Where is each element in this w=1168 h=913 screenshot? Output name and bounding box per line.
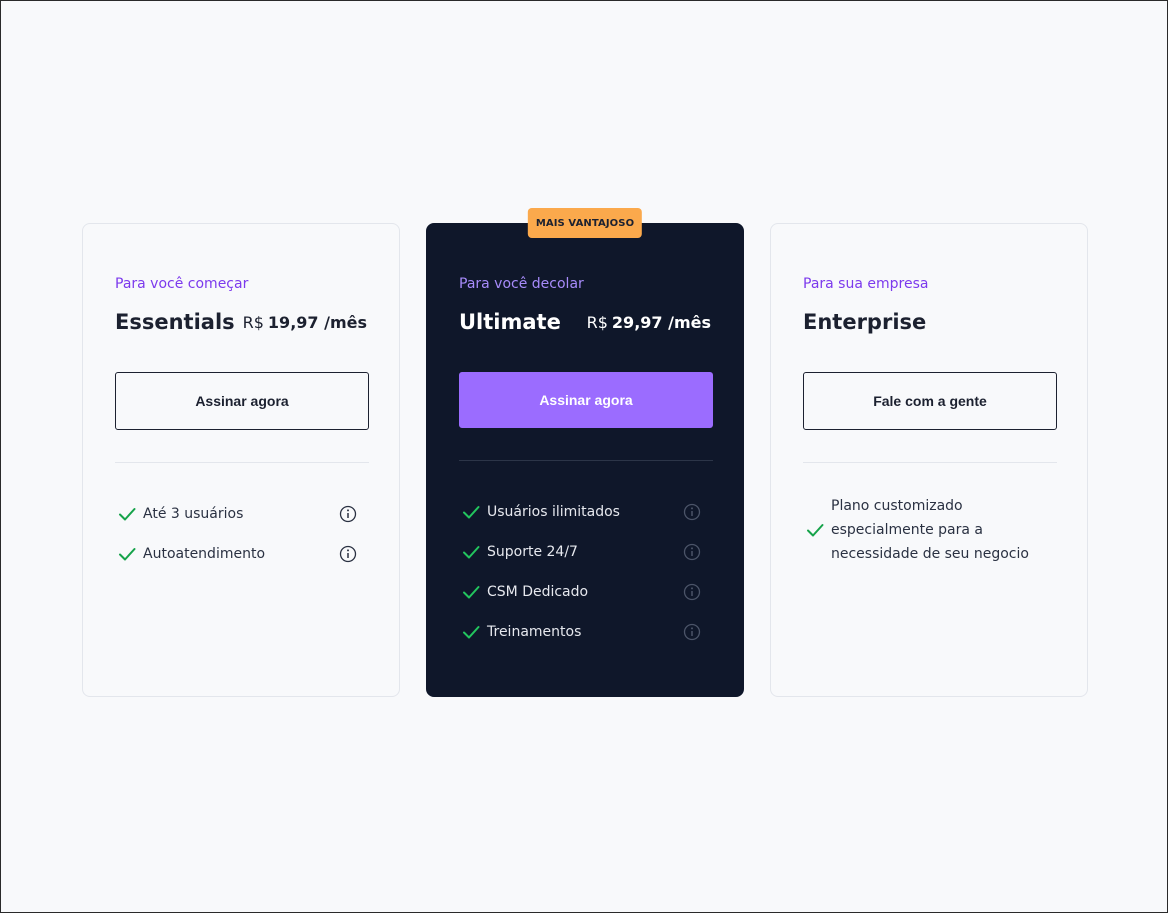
info-icon[interactable] (339, 505, 357, 523)
feature-label: Treinamentos (487, 624, 582, 640)
subscribe-button-ultimate[interactable]: Assinar agora (459, 372, 713, 428)
divider (803, 462, 1057, 463)
feature-label: Até 3 usuários (143, 506, 244, 522)
check-icon (463, 546, 480, 559)
check-icon (463, 626, 480, 639)
contact-us-button[interactable]: Fale com a gente (803, 372, 1057, 430)
check-icon (463, 506, 480, 519)
price-currency: R$ (586, 313, 608, 332)
check-icon (119, 548, 136, 561)
feature-list: Até 3 usuários Autoatendimento (115, 494, 369, 574)
info-icon[interactable] (683, 543, 701, 561)
price-amount: 29,97 /mês (611, 313, 711, 332)
feature-item: Até 3 usuários (115, 494, 369, 534)
feature-label: CSM Dedicado (487, 584, 589, 600)
info-icon[interactable] (339, 545, 357, 563)
feature-label: Autoatendimento (143, 546, 266, 562)
check-icon (463, 586, 480, 599)
plan-name: Ultimate (459, 310, 561, 334)
plan-name: Enterprise (803, 310, 927, 334)
plan-tagline: Para você decolar (459, 276, 584, 292)
info-icon[interactable] (683, 583, 701, 601)
feature-item: Autoatendimento (115, 534, 369, 574)
price-currency: R$ (242, 313, 264, 332)
feature-item: Suporte 24/7 (459, 532, 713, 572)
plan-name: Essentials (115, 310, 235, 334)
feature-item: Treinamentos (459, 612, 713, 652)
feature-label: Usuários ilimitados (487, 504, 620, 520)
check-icon (807, 524, 824, 537)
plan-tagline: Para sua empresa (803, 276, 929, 292)
feature-label: Suporte 24/7 (487, 544, 578, 560)
feature-list: Usuários ilimitados Suporte 24/7 CSM Ded… (459, 492, 713, 652)
feature-item: Plano customizado especialmente para a n… (803, 494, 1057, 566)
plan-tagline: Para você começar (115, 276, 249, 292)
check-icon (119, 508, 136, 521)
feature-label: Plano customizado especialmente para a n… (831, 498, 1029, 562)
info-icon[interactable] (683, 623, 701, 641)
divider (459, 460, 713, 461)
price-amount: 19,97 /mês (267, 313, 367, 332)
info-icon[interactable] (683, 503, 701, 521)
divider (115, 462, 369, 463)
subscribe-button-essentials[interactable]: Assinar agora (115, 372, 369, 430)
plan-price: R$ 19,97 /mês (243, 313, 367, 332)
feature-list: Plano customizado especialmente para a n… (803, 494, 1057, 566)
plan-price: R$ 29,97 /mês (587, 313, 711, 332)
plan-card-enterprise: Para sua empresa Enterprise Fale com a g… (770, 223, 1088, 697)
recommended-badge: MAIS VANTAJOSO (527, 208, 643, 238)
plan-card-essentials: Para você começar Essentials R$ 19,97 /mê… (82, 223, 400, 697)
feature-item: Usuários ilimitados (459, 492, 713, 532)
plan-card-ultimate: MAIS VANTAJOSO Para você decolar Ultimat… (426, 208, 744, 697)
feature-item: CSM Dedicado (459, 572, 713, 612)
